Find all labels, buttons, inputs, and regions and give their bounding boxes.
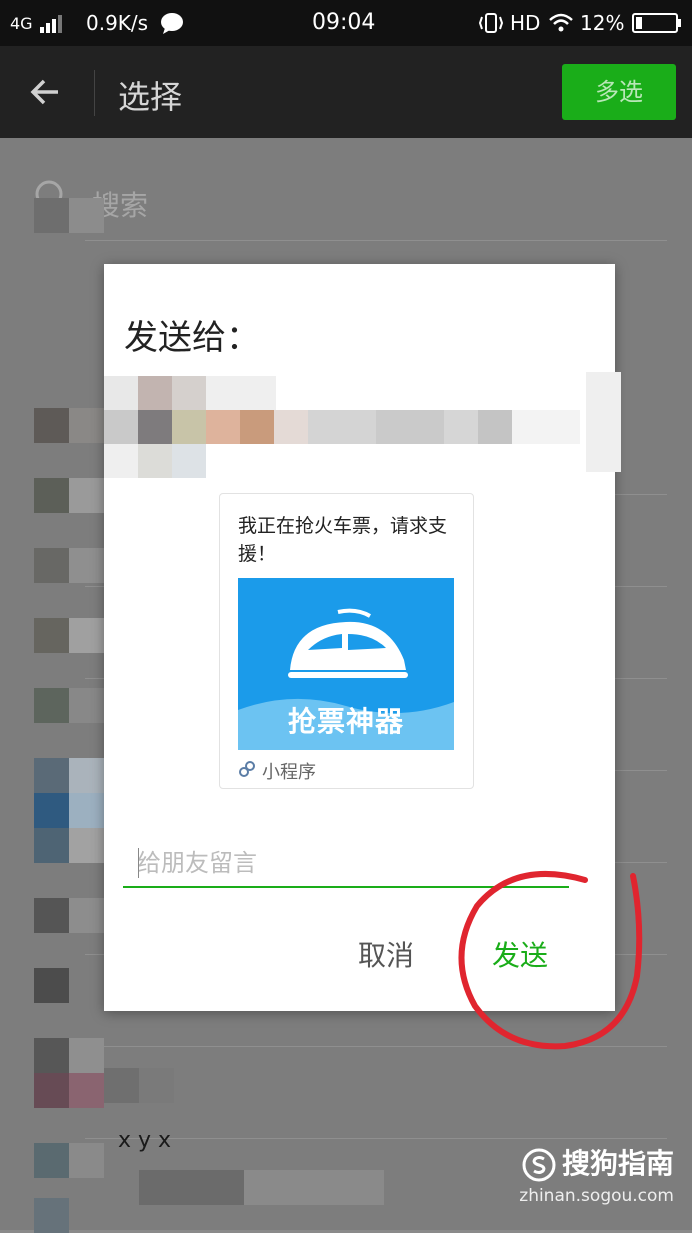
watermark-brand: 搜狗指南 bbox=[519, 1142, 674, 1182]
message-bubble-icon bbox=[161, 13, 183, 34]
watermark-brand-text: 搜狗指南 bbox=[561, 1147, 674, 1180]
red-circle-annotation bbox=[458, 871, 643, 1050]
network-type: 4G bbox=[10, 14, 33, 33]
sogou-logo-icon bbox=[522, 1148, 556, 1182]
recipient-avatar-mosaic bbox=[104, 372, 621, 478]
mini-program-label: 小程序 bbox=[262, 762, 316, 783]
page-title: 选择 bbox=[118, 78, 183, 116]
watermark-url: zhinan.sogou.com bbox=[519, 1186, 674, 1206]
hd-indicator: HD bbox=[510, 11, 541, 35]
clock: 09:04 bbox=[312, 10, 376, 35]
multi-select-button[interactable]: 多选 bbox=[562, 64, 676, 120]
vibrate-icon bbox=[478, 13, 504, 33]
list-divider bbox=[85, 1138, 667, 1139]
back-arrow-icon[interactable] bbox=[28, 74, 64, 110]
status-bar: 4G 0.9K/s 09:04 HD 12% bbox=[0, 0, 692, 46]
dialog-title: 发送给： bbox=[124, 318, 260, 358]
app-bar: 选择 多选 bbox=[0, 46, 692, 138]
card-cover-image: 抢票神器 bbox=[238, 578, 454, 750]
wifi-icon bbox=[549, 13, 573, 32]
battery-percent: 12% bbox=[580, 11, 625, 35]
text-cursor bbox=[138, 848, 139, 878]
card-message: 我正在抢火车票，请求支援！ bbox=[238, 515, 448, 565]
card-cover-title: 抢票神器 bbox=[287, 705, 404, 738]
app-bar-divider bbox=[94, 70, 95, 116]
watermark: 搜狗指南 zhinan.sogou.com bbox=[519, 1142, 674, 1206]
cancel-button[interactable]: 取消 bbox=[358, 934, 414, 974]
search-divider bbox=[85, 240, 667, 241]
network-speed: 0.9K/s bbox=[86, 11, 149, 35]
mini-program-icon bbox=[239, 761, 255, 777]
battery-icon bbox=[632, 13, 681, 33]
signal-icon bbox=[40, 15, 62, 33]
background-contact-name: x y x bbox=[118, 1128, 172, 1153]
mini-program-card[interactable]: 我正在抢火车票，请求支援！ 抢票神器 小程序 bbox=[219, 493, 474, 789]
